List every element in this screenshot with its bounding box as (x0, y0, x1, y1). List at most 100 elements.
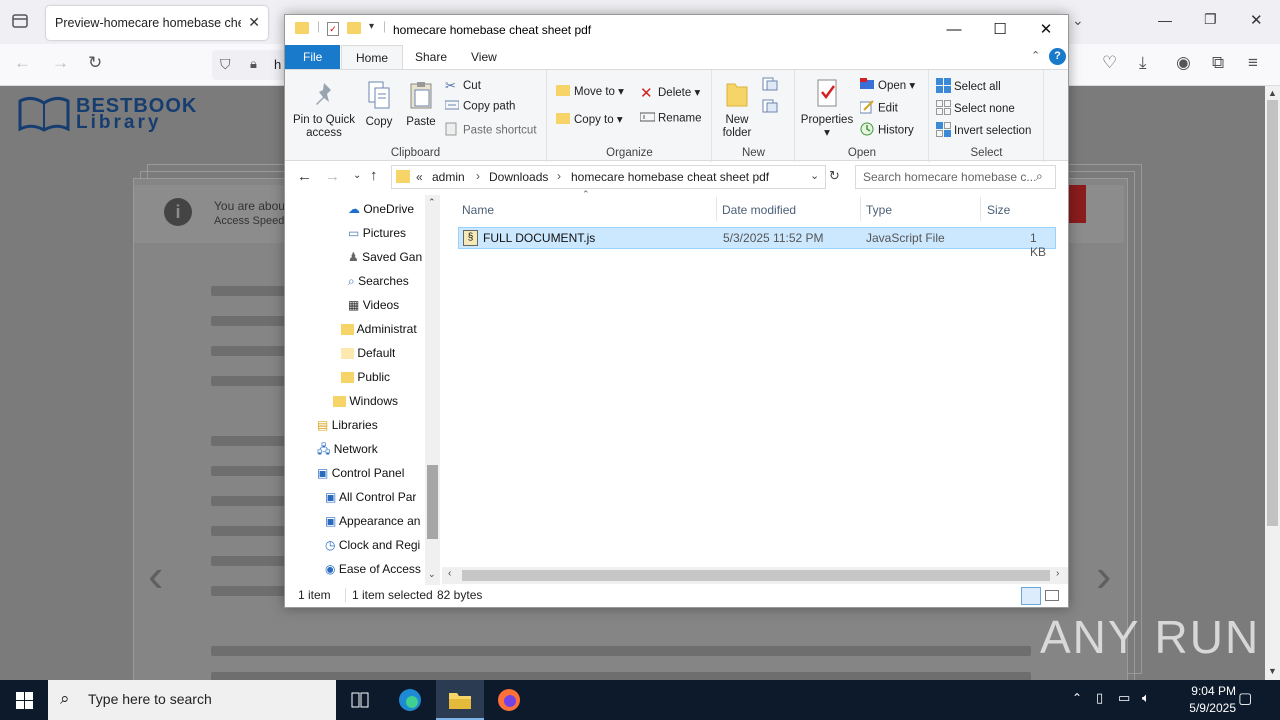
close-browser-button[interactable]: ✕ (1250, 11, 1263, 29)
details-view-icon[interactable] (1021, 587, 1041, 605)
firefox-taskbar-button[interactable] (486, 680, 534, 720)
device-icon[interactable]: ▯ (1096, 690, 1103, 706)
new-folder-button[interactable]: New folder (717, 78, 757, 140)
url-bar[interactable]: ⛉ 🔒︎ h (212, 50, 292, 80)
restore-browser-button[interactable]: ❐ (1204, 11, 1217, 28)
nav-item-onedrive[interactable]: ☁ OneDrive (348, 197, 414, 221)
breadcrumb-current[interactable]: homecare homebase cheat sheet pdf (571, 170, 769, 184)
move-to-button[interactable]: Move to ▾ (556, 84, 624, 99)
minimize-browser-button[interactable]: — (1158, 12, 1172, 28)
invert-selection-button[interactable]: Invert selection (936, 122, 1031, 140)
customize-quick-access-icon[interactable]: ▾ (369, 21, 374, 32)
nav-pane-scrollbar[interactable]: ⌃ ⌄ (425, 195, 440, 585)
shield-icon[interactable]: ⛉ (220, 56, 231, 73)
edit-button[interactable]: Edit (859, 100, 898, 117)
chevron-down-icon[interactable]: ⌄ (1072, 12, 1084, 29)
reload-icon[interactable]: ↻ (88, 53, 102, 73)
notifications-icon[interactable]: ▢ (1238, 689, 1252, 707)
nav-item-public[interactable]: Public (341, 365, 390, 389)
easy-access-icon[interactable] (761, 98, 783, 117)
extensions-icon[interactable]: ⧉ (1212, 53, 1224, 73)
help-icon[interactable]: ? (1049, 48, 1066, 65)
nav-item-libraries[interactable]: ▤ Libraries (317, 413, 378, 437)
page-scrollbar[interactable]: ▲ ▼ (1265, 86, 1280, 680)
history-button[interactable]: History (860, 122, 914, 139)
nav-item-default[interactable]: Default (341, 341, 395, 365)
back-icon[interactable]: ← (14, 53, 31, 73)
nav-item-ease-of-access[interactable]: ◉ Ease of Access (325, 557, 421, 581)
account-icon[interactable]: ◉ (1176, 53, 1191, 73)
edge-taskbar-button[interactable] (386, 680, 434, 720)
properties-quick-icon[interactable]: ✓ (327, 22, 339, 36)
pocket-icon[interactable]: ♡ (1102, 53, 1117, 73)
show-hidden-icons[interactable]: ⌃ (1072, 691, 1082, 705)
tab-view[interactable]: View (457, 45, 511, 69)
tab-home[interactable]: Home (341, 45, 404, 69)
new-folder-quick-icon[interactable] (347, 22, 361, 34)
nav-item-network[interactable]: 🖧︎ Network (317, 437, 378, 461)
paste-shortcut-button[interactable]: Paste shortcut (445, 122, 537, 139)
volume-icon[interactable]: 🔈︎ (1142, 690, 1150, 706)
copy-to-button[interactable]: Copy to ▾ (556, 112, 623, 127)
breadcrumb-overflow[interactable]: « (416, 170, 423, 184)
nav-item-searches[interactable]: ⌕ Searches (348, 269, 409, 293)
file-list-hscrollbar[interactable]: ‹ › (442, 567, 1068, 584)
search-icon[interactable]: ⌕ (1036, 169, 1043, 184)
recent-locations-icon[interactable]: ⌄ (353, 170, 361, 181)
nav-item-administrator[interactable]: Administrat (341, 317, 417, 341)
column-size[interactable]: Size (987, 203, 1010, 217)
tab-file[interactable]: File (285, 45, 341, 69)
up-icon[interactable]: ↑ (370, 167, 378, 184)
file-row[interactable]: § FULL DOCUMENT.js 5/3/2025 11:52 PM Jav… (458, 227, 1056, 259)
nav-item-all-control-panel[interactable]: ▣ All Control Par (325, 485, 416, 509)
downloads-icon[interactable]: ⤓ (1139, 53, 1147, 73)
properties-button[interactable]: Properties ▾ (800, 78, 854, 140)
start-button[interactable] (0, 680, 48, 720)
nav-item-videos[interactable]: ▦ Videos (348, 293, 399, 317)
select-all-button[interactable]: Select all (936, 78, 1001, 96)
file-explorer-taskbar-button[interactable] (436, 680, 484, 720)
tab-share[interactable]: Share (401, 45, 461, 69)
nav-item-clock-region[interactable]: ◷ Clock and Regi (325, 533, 420, 557)
select-none-button[interactable]: Select none (936, 100, 1015, 118)
bestbook-logo[interactable]: BESTBOOK Library (16, 93, 196, 133)
nav-item-control-panel[interactable]: ▣ Control Panel (317, 461, 404, 485)
new-item-icon[interactable] (761, 76, 783, 95)
paste-button[interactable]: Paste (401, 80, 441, 129)
rename-button[interactable]: Rename (639, 112, 701, 125)
address-bar[interactable]: « admin › Downloads › homecare homebase … (391, 165, 826, 189)
nav-item-appearance[interactable]: ▣ Appearance an (325, 509, 420, 533)
close-tab-icon[interactable]: ✕ (248, 14, 260, 31)
refresh-icon[interactable]: ↻ (829, 168, 840, 184)
next-page-arrow[interactable]: › (1096, 548, 1111, 602)
menu-icon[interactable]: ≡ (1248, 53, 1258, 73)
tab-list-icon[interactable] (11, 12, 29, 30)
breadcrumb-downloads[interactable]: Downloads (489, 170, 548, 184)
breadcrumb-admin[interactable]: admin (432, 170, 465, 184)
task-view-button[interactable] (336, 680, 384, 720)
column-type[interactable]: Type (866, 203, 892, 217)
nav-item-pictures[interactable]: ▭ Pictures (348, 221, 406, 245)
taskbar-clock[interactable]: 9:04 PM 5/9/2025 (1189, 683, 1236, 717)
address-dropdown-icon[interactable]: ⌄ (810, 169, 819, 182)
delete-button[interactable]: ✕ Delete ▾ (640, 84, 700, 102)
copy-path-button[interactable]: Copy path (444, 100, 515, 113)
forward-icon[interactable]: → (52, 53, 69, 73)
cut-button[interactable]: ✂ Cut (445, 78, 481, 94)
back-icon[interactable]: ← (297, 168, 312, 185)
taskbar-search[interactable]: ⌕ Type here to search (48, 680, 336, 720)
pin-quick-access-button[interactable]: Pin to Quick access (291, 80, 357, 140)
nav-item-windows[interactable]: Windows (333, 389, 398, 413)
open-button[interactable]: Open ▾ (860, 78, 915, 93)
column-date-modified[interactable]: Date modified (722, 203, 796, 217)
prev-page-arrow[interactable]: ‹ (148, 548, 163, 602)
close-button[interactable]: ✕ (1023, 15, 1069, 45)
copy-button[interactable]: Copy (359, 80, 399, 129)
browser-tab[interactable]: Preview-homecare homebase cheat ✕ (46, 6, 268, 40)
network-icon[interactable]: ▭ (1118, 690, 1130, 706)
large-icons-view-icon[interactable] (1045, 590, 1059, 601)
search-box[interactable]: Search homecare homebase c... ⌕ (855, 165, 1056, 189)
forward-icon[interactable]: → (325, 168, 340, 185)
column-name[interactable]: Name (462, 203, 494, 217)
collapse-ribbon-icon[interactable]: ⌃ (1031, 49, 1040, 62)
